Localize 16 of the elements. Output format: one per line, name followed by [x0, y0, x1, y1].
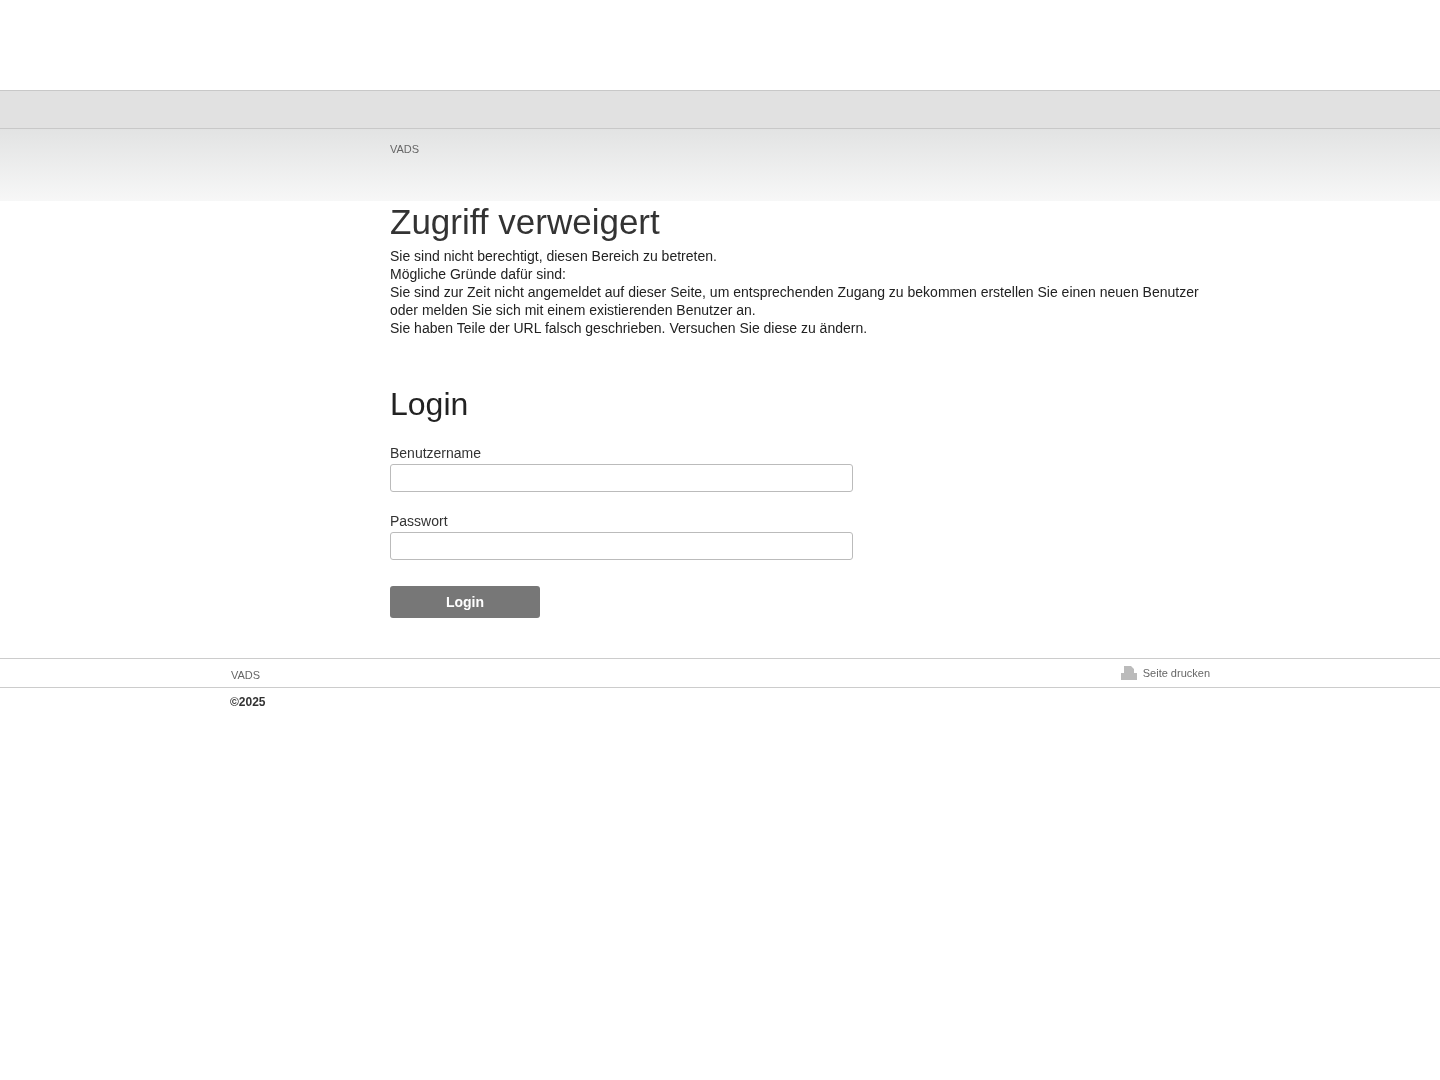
message-text: Mögliche Gründe dafür sind: — [390, 265, 567, 283]
login-title: Login — [390, 385, 470, 424]
field-label: Benutzername — [390, 445, 483, 462]
message-text: Sie sind zur Zeit nicht angemeldet auf dieser Seite, um entsprechenden Zugang zu bekommen erstellen Sie einen neuen Benutzer oder melden Sie sich mit einem existierenden Benutzer an. — [390, 283, 1200, 319]
input-field[interactable] — [390, 464, 853, 493]
breadcrumb[interactable]: VADS — [390, 143, 420, 155]
input-field[interactable] — [390, 532, 853, 561]
page-title: Zugriff verweigert — [390, 201, 661, 243]
message-text: Sie sind nicht berechtigt, diesen Bereich zu betreten. — [390, 247, 718, 265]
printer-icon — [1120, 666, 1137, 681]
print-link[interactable]: Seite drucken — [1120, 666, 1210, 681]
copyright: ©2025 — [229, 694, 267, 710]
message-text: Sie haben Teile der URL falsch geschrieben. Versuchen Sie diese zu ändern. — [390, 319, 869, 337]
field-label: Passwort — [390, 513, 449, 530]
login-button[interactable]: Login — [390, 586, 540, 619]
footer-link[interactable]: VADS — [231, 665, 261, 682]
